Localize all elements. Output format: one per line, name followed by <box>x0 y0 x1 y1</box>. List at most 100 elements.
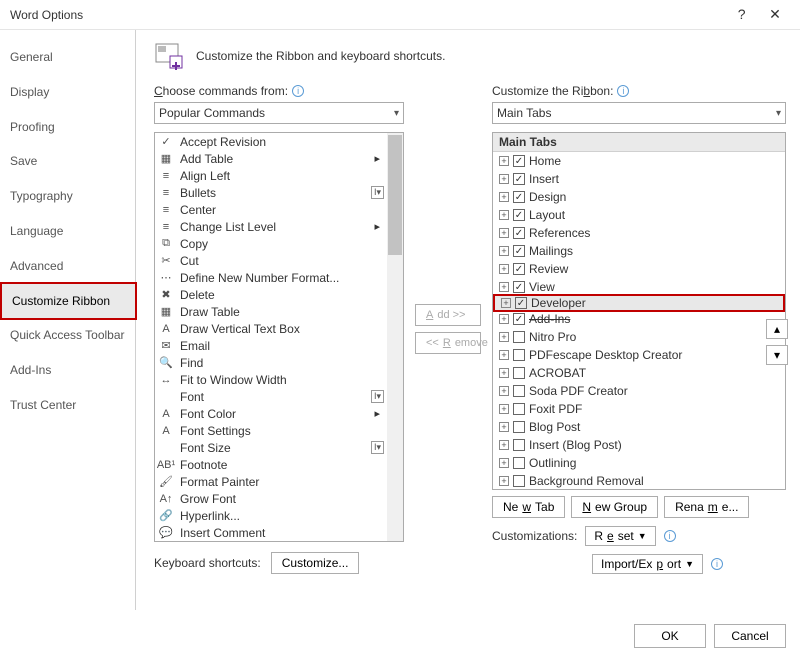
sidebar-item-trust-center[interactable]: Trust Center <box>0 388 135 423</box>
help-icon[interactable]: ? <box>727 6 757 22</box>
sidebar-item-typography[interactable]: Typography <box>0 179 135 214</box>
tab-row-mailings[interactable]: +✓Mailings <box>493 242 785 260</box>
tab-checkbox[interactable] <box>513 403 525 415</box>
expand-icon[interactable]: + <box>499 192 509 202</box>
command-item[interactable]: AFont Settings <box>155 422 387 439</box>
remove-button[interactable]: << Remove <box>415 332 481 354</box>
command-item[interactable]: ≡Center <box>155 201 387 218</box>
expand-icon[interactable]: + <box>499 246 509 256</box>
tab-row-review[interactable]: +✓Review <box>493 260 785 278</box>
tab-row-add-ins[interactable]: +✓Add-Ins <box>493 310 785 328</box>
info-icon[interactable]: i <box>292 85 304 97</box>
sidebar-item-advanced[interactable]: Advanced <box>0 249 135 284</box>
tab-checkbox[interactable]: ✓ <box>513 173 525 185</box>
tab-checkbox[interactable]: ✓ <box>513 227 525 239</box>
tab-row-insert-blog-post-[interactable]: +Insert (Blog Post) <box>493 436 785 454</box>
tab-row-nitro-pro[interactable]: +Nitro Pro <box>493 328 785 346</box>
tab-row-blog-post[interactable]: +Blog Post <box>493 418 785 436</box>
command-item[interactable]: ✂Cut <box>155 252 387 269</box>
tab-row-foxit-pdf[interactable]: +Foxit PDF <box>493 400 785 418</box>
ok-button[interactable]: OK <box>634 624 706 648</box>
tab-row-soda-pdf-creator[interactable]: +Soda PDF Creator <box>493 382 785 400</box>
tab-row-outlining[interactable]: +Outlining <box>493 454 785 472</box>
command-item[interactable]: 🔗Hyperlink... <box>155 507 387 524</box>
sidebar-item-language[interactable]: Language <box>0 214 135 249</box>
command-item[interactable]: ✓Accept Revision <box>155 133 387 150</box>
command-item[interactable]: ≡Align Left <box>155 167 387 184</box>
expand-icon[interactable]: + <box>499 282 509 292</box>
expand-icon[interactable]: + <box>499 210 509 220</box>
command-item[interactable]: AB¹Footnote <box>155 456 387 473</box>
commands-listbox[interactable]: ✓Accept Revision▦Add Table▸≡Align Left≡B… <box>154 132 404 542</box>
scrollbar[interactable] <box>387 133 403 541</box>
tab-checkbox[interactable] <box>513 457 525 469</box>
choose-commands-dropdown[interactable]: Popular Commands▾ <box>154 102 404 124</box>
command-item[interactable]: ✉Email <box>155 337 387 354</box>
command-item[interactable]: Font SizeI▾ <box>155 439 387 456</box>
expand-icon[interactable]: + <box>499 174 509 184</box>
expand-icon[interactable]: + <box>499 332 509 342</box>
info-icon[interactable]: i <box>711 558 723 570</box>
expand-icon[interactable]: + <box>499 440 509 450</box>
command-item[interactable]: ⧉Copy <box>155 235 387 252</box>
tab-checkbox[interactable]: ✓ <box>513 209 525 221</box>
command-item[interactable]: 🔍Find <box>155 354 387 371</box>
tab-row-insert[interactable]: +✓Insert <box>493 170 785 188</box>
tab-checkbox[interactable] <box>513 349 525 361</box>
new-tab-button[interactable]: New Tab <box>492 496 565 518</box>
expand-icon[interactable]: + <box>499 156 509 166</box>
expand-icon[interactable]: + <box>499 314 509 324</box>
tab-checkbox[interactable] <box>513 367 525 379</box>
tab-row-acrobat[interactable]: +ACROBAT <box>493 364 785 382</box>
tab-checkbox[interactable]: ✓ <box>513 313 525 325</box>
sidebar-item-general[interactable]: General <box>0 40 135 75</box>
tab-checkbox[interactable] <box>513 475 525 487</box>
expand-icon[interactable]: + <box>499 404 509 414</box>
sidebar-item-customize-ribbon[interactable]: Customize Ribbon <box>0 282 137 321</box>
command-item[interactable]: ⋯Define New Number Format... <box>155 269 387 286</box>
expand-icon[interactable]: + <box>499 458 509 468</box>
tab-row-pdfescape-desktop-creator[interactable]: +PDFescape Desktop Creator <box>493 346 785 364</box>
expand-icon[interactable]: + <box>501 298 511 308</box>
sidebar-item-display[interactable]: Display <box>0 75 135 110</box>
move-up-button[interactable]: ▴ <box>766 319 788 339</box>
add-button[interactable]: Add >> <box>415 304 481 326</box>
command-item[interactable]: ⤢Insert Page Section Breaks▸ <box>155 541 387 542</box>
command-item[interactable]: AFont Color▸ <box>155 405 387 422</box>
tab-row-layout[interactable]: +✓Layout <box>493 206 785 224</box>
import-export-button[interactable]: Import/Export ▼ <box>592 554 703 574</box>
command-item[interactable]: ▦Add Table▸ <box>155 150 387 167</box>
command-item[interactable]: ≡Change List Level▸ <box>155 218 387 235</box>
tab-checkbox[interactable] <box>513 439 525 451</box>
tab-checkbox[interactable]: ✓ <box>513 245 525 257</box>
cancel-button[interactable]: Cancel <box>714 624 786 648</box>
customize-shortcuts-button[interactable]: Customize... <box>271 552 360 574</box>
expand-icon[interactable]: + <box>499 228 509 238</box>
reset-button[interactable]: Reset ▼ <box>585 526 655 546</box>
command-item[interactable]: A↑Grow Font <box>155 490 387 507</box>
tab-checkbox[interactable] <box>513 331 525 343</box>
tab-row-home[interactable]: +✓Home <box>493 152 785 170</box>
expand-icon[interactable]: + <box>499 422 509 432</box>
rename-button[interactable]: Rename... <box>664 496 749 518</box>
close-icon[interactable]: ✕ <box>760 6 790 23</box>
command-item[interactable]: 🖌Format Painter <box>155 473 387 490</box>
command-item[interactable]: ≡BulletsI▾ <box>155 184 387 201</box>
expand-icon[interactable]: + <box>499 476 509 486</box>
command-item[interactable]: ↔Fit to Window Width <box>155 371 387 388</box>
expand-icon[interactable]: + <box>499 368 509 378</box>
command-item[interactable]: ▦Draw Table <box>155 303 387 320</box>
tab-checkbox[interactable]: ✓ <box>513 281 525 293</box>
customize-ribbon-dropdown[interactable]: Main Tabs▾ <box>492 102 786 124</box>
command-item[interactable]: ADraw Vertical Text Box <box>155 320 387 337</box>
ribbon-tabs-tree[interactable]: Main Tabs +✓Home+✓Insert+✓Design+✓Layout… <box>492 132 786 490</box>
expand-icon[interactable]: + <box>499 386 509 396</box>
sidebar-item-proofing[interactable]: Proofing <box>0 110 135 145</box>
command-item[interactable]: 💬Insert Comment <box>155 524 387 541</box>
sidebar-item-quick-access-toolbar[interactable]: Quick Access Toolbar <box>0 318 135 353</box>
new-group-button[interactable]: New Group <box>571 496 658 518</box>
tab-checkbox[interactable]: ✓ <box>515 297 527 309</box>
tab-checkbox[interactable]: ✓ <box>513 263 525 275</box>
move-down-button[interactable]: ▾ <box>766 345 788 365</box>
tab-row-design[interactable]: +✓Design <box>493 188 785 206</box>
